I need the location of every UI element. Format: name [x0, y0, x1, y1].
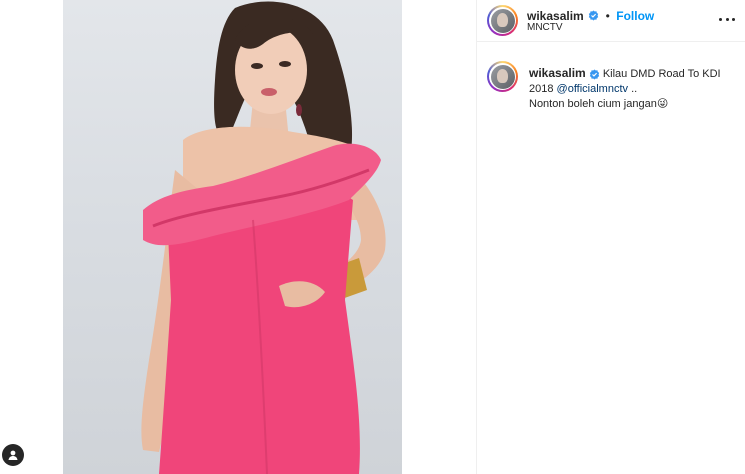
post-sidebar: wikasalim • Follow MNCTV wikasalim Kilau…	[477, 0, 745, 474]
winking-tongue-emoji-icon: 😜	[656, 98, 669, 110]
author-username[interactable]: wikasalim	[527, 9, 584, 23]
more-options-icon[interactable]	[719, 13, 735, 25]
header-divider	[477, 41, 745, 42]
caption-mention-link[interactable]: @officialmnctv	[557, 83, 628, 95]
caption-avatar[interactable]	[487, 61, 518, 92]
verified-badge-icon	[589, 69, 599, 80]
separator-dot: •	[605, 9, 610, 23]
post-header: wikasalim • Follow MNCTV	[477, 0, 745, 41]
media-pane	[0, 0, 476, 474]
caption-ellipsis: ..	[628, 83, 638, 95]
caption-username[interactable]: wikasalim	[529, 66, 586, 80]
tag-people-button[interactable]	[2, 444, 24, 466]
post-photo[interactable]	[63, 0, 402, 474]
caption-line-2: Nonton boleh cium jangan	[529, 98, 657, 110]
photo-illustration	[141, 1, 386, 474]
user-tag-icon	[8, 450, 18, 460]
follow-button[interactable]: Follow	[616, 9, 654, 23]
verified-badge-icon	[588, 10, 599, 21]
author-avatar[interactable]	[487, 5, 518, 36]
post-location[interactable]: MNCTV	[527, 22, 563, 33]
caption-text: wikasalim Kilau DMD Road To KDI 2018 @of…	[529, 66, 739, 112]
